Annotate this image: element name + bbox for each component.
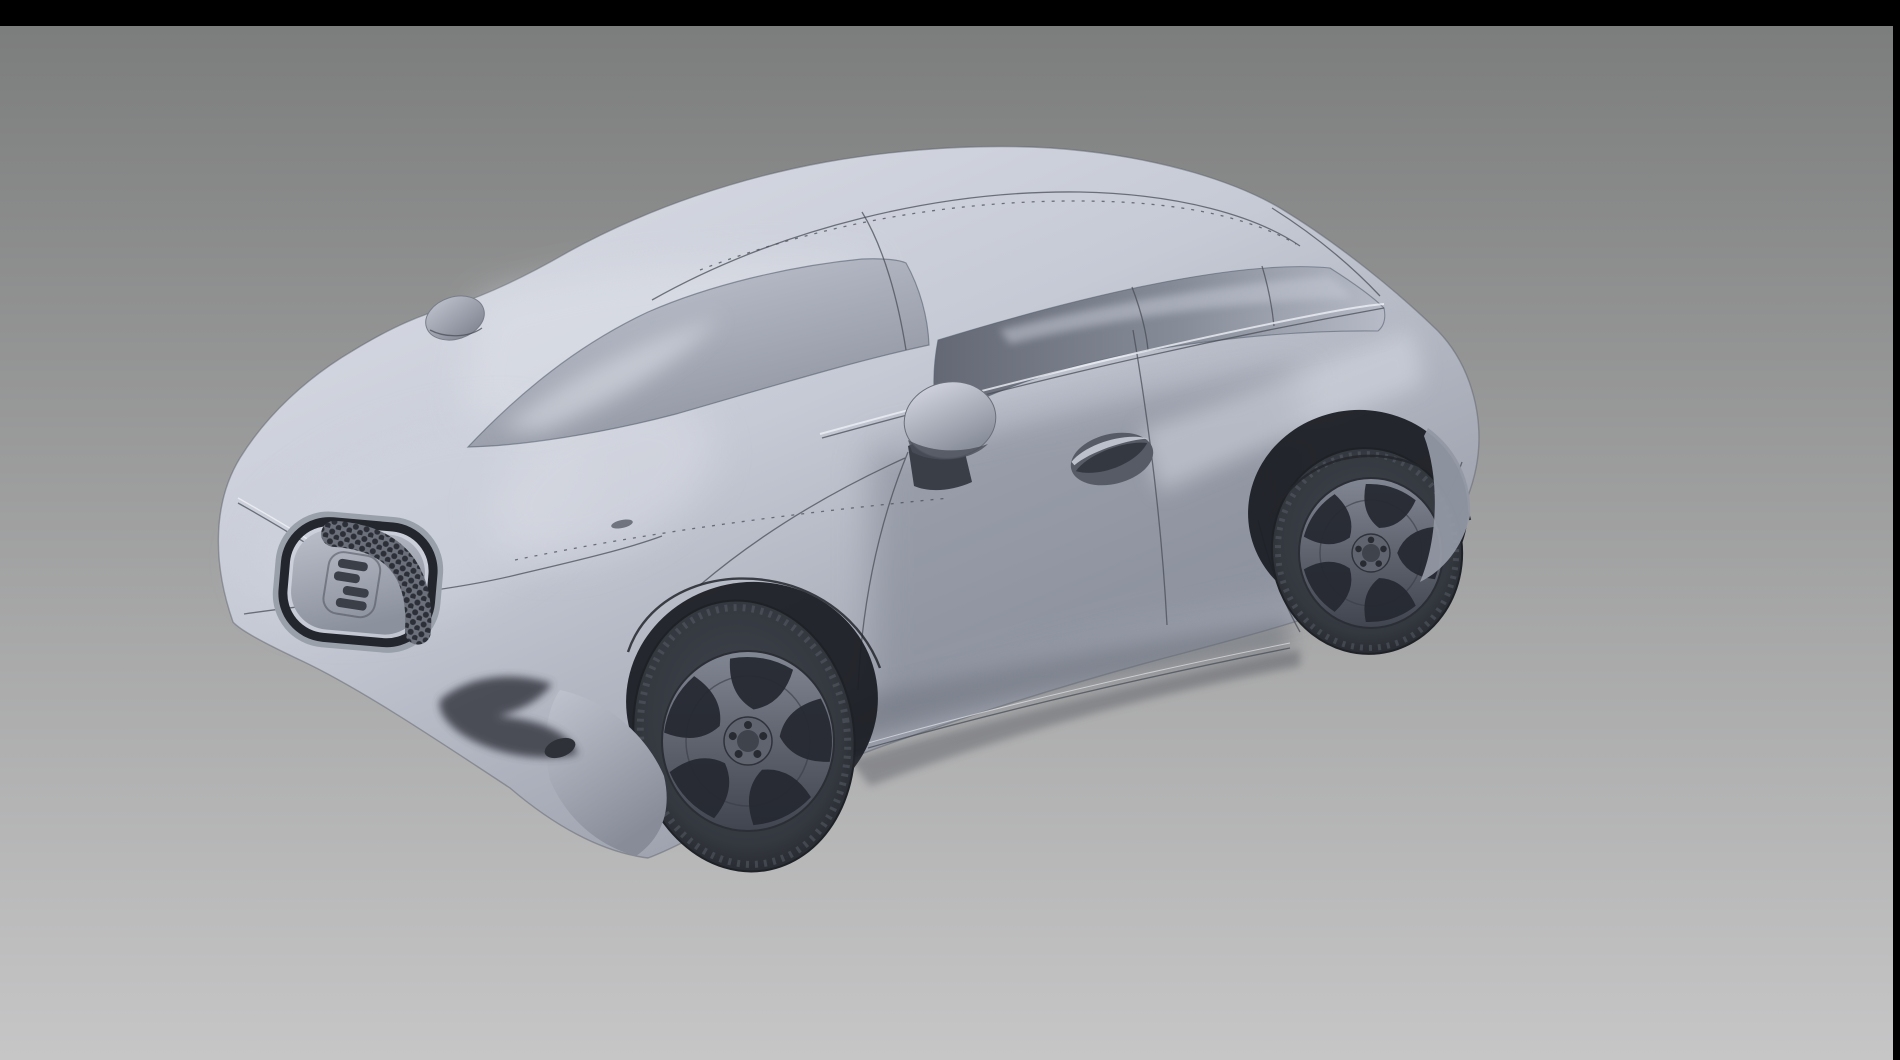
render-viewport[interactable] bbox=[0, 0, 1900, 1060]
render-canvas bbox=[0, 0, 1900, 1060]
lug-nut bbox=[1368, 537, 1375, 544]
app-window bbox=[0, 0, 1900, 1060]
front-grille bbox=[276, 515, 440, 650]
front-hub-cap bbox=[737, 730, 759, 752]
lug-nut bbox=[744, 721, 752, 729]
rear-hub-cap bbox=[1362, 544, 1380, 562]
right-letterbox-strip bbox=[1893, 26, 1900, 1060]
top-letterbox-bar bbox=[0, 0, 1900, 26]
